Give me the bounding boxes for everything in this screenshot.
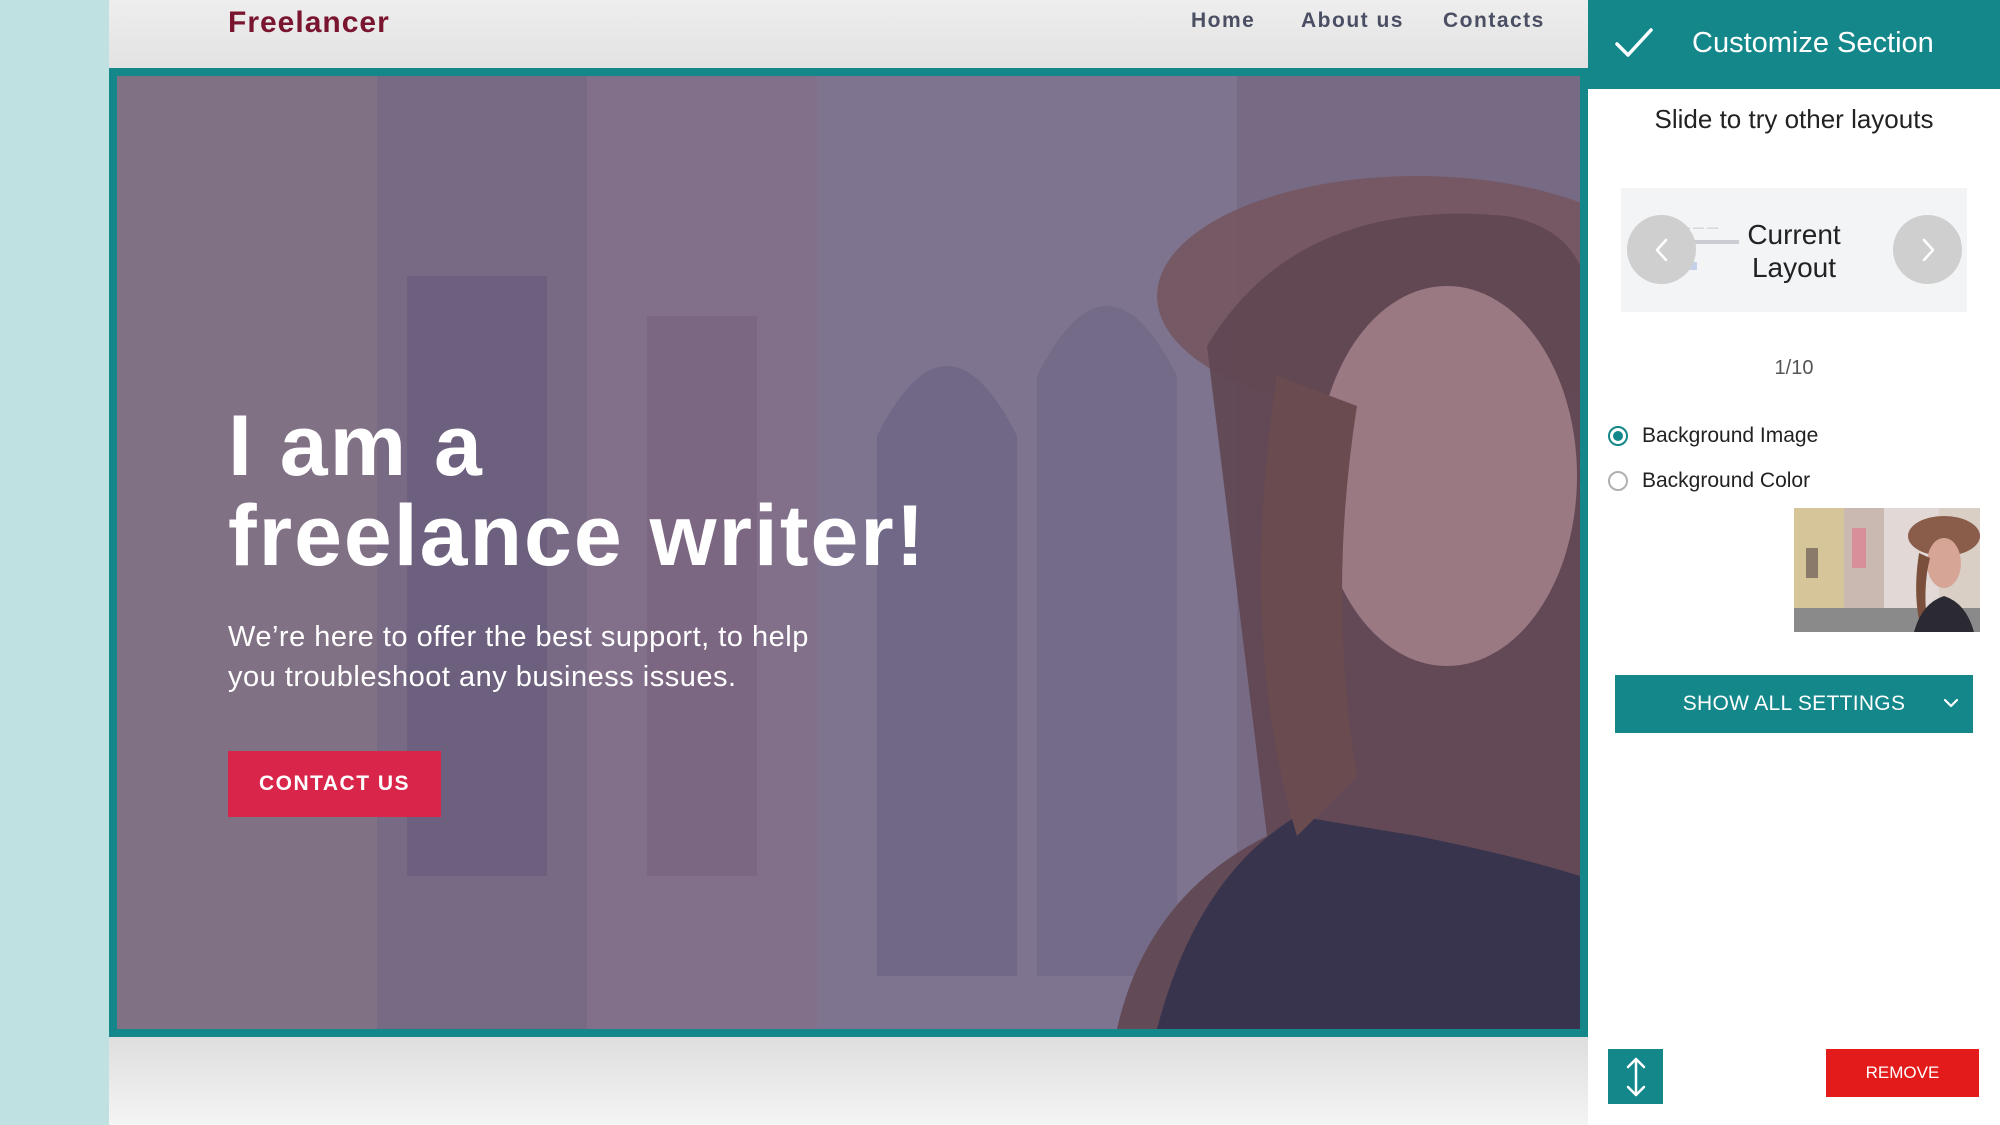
panel-title: Customize Section xyxy=(1692,27,1934,59)
background-image-thumbnail[interactable] xyxy=(1794,508,1980,632)
show-all-settings-label: SHOW ALL SETTINGS xyxy=(1682,692,1906,715)
show-all-settings-button[interactable]: SHOW ALL SETTINGS xyxy=(1615,675,1973,733)
hero-subtitle-line-2: you troubleshoot any business issues. xyxy=(228,661,737,693)
background-color-radio[interactable] xyxy=(1608,471,1628,491)
next-layout-button[interactable] xyxy=(1893,215,1962,284)
hero-title-line-2: freelance writer! xyxy=(228,488,927,584)
contact-us-button[interactable]: CONTACT US xyxy=(228,751,441,817)
background-image-label: Background Image xyxy=(1642,424,1819,447)
option-background-color[interactable]: Background Color xyxy=(1608,469,1810,493)
background-image-radio[interactable] xyxy=(1608,426,1628,446)
hero-subtitle[interactable]: We’re here to offer the best support, to… xyxy=(228,617,908,697)
site-navbar: Freelancer Home About us Contacts xyxy=(109,0,1588,68)
next-section xyxy=(109,1037,1588,1125)
remove-section-button[interactable]: REMOVE xyxy=(1826,1049,1979,1097)
chevron-right-icon xyxy=(1922,238,1934,261)
editor-canvas: Freelancer Home About us Contacts I am a xyxy=(109,0,1588,1125)
hero-title[interactable]: I am a freelance writer! xyxy=(228,401,1128,581)
move-section-button[interactable] xyxy=(1608,1049,1663,1104)
customize-panel: Customize Section Slide to try other lay… xyxy=(1588,0,2000,1125)
hero-subtitle-line-1: We’re here to offer the best support, to… xyxy=(228,621,809,653)
nav-item-contacts[interactable]: Contacts xyxy=(1443,9,1545,33)
chevron-down-icon xyxy=(1943,698,1959,708)
panel-header: Customize Section xyxy=(1588,0,2000,89)
nav-item-about[interactable]: About us xyxy=(1301,9,1404,33)
move-vertical-icon xyxy=(1626,1057,1645,1096)
nav-item-home[interactable]: Home xyxy=(1191,9,1255,33)
option-background-image[interactable]: Background Image xyxy=(1608,424,1818,448)
slide-hint: Slide to try other layouts xyxy=(1654,104,1934,134)
hero-title-line-1: I am a xyxy=(228,398,484,494)
hero-section[interactable]: I am a freelance writer! We’re here to o… xyxy=(109,68,1588,1037)
layout-page-count: 1/10 xyxy=(1774,357,1814,379)
check-icon[interactable] xyxy=(1614,26,1654,60)
previous-layout-button[interactable] xyxy=(1627,215,1696,284)
site-brand[interactable]: Freelancer xyxy=(228,6,390,40)
chevron-left-icon xyxy=(1655,238,1667,261)
background-color-label: Background Color xyxy=(1642,469,1811,492)
